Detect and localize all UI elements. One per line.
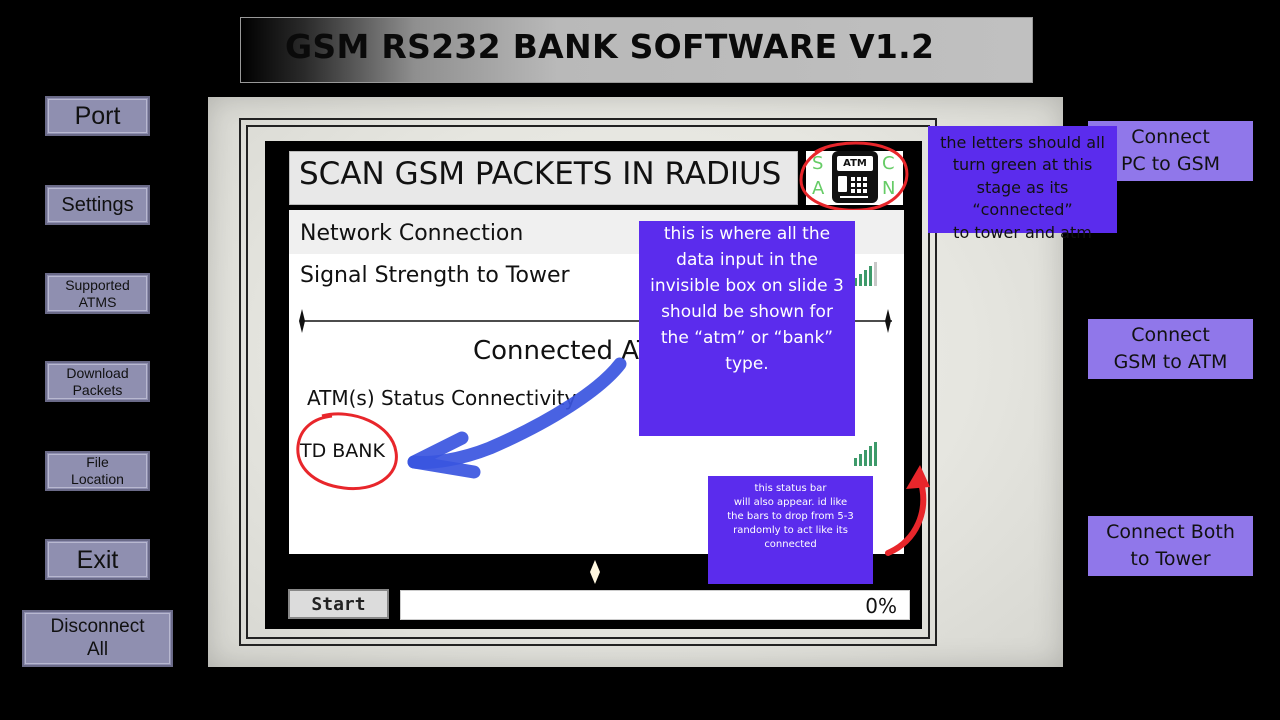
file-location-button[interactable]: File Location: [45, 451, 150, 491]
signal-strength-icon: [854, 262, 877, 286]
disconnect-all-button[interactable]: Disconnect All: [22, 610, 173, 667]
network-connection-label: Network Connection: [300, 221, 524, 246]
blue-arrow: [407, 357, 627, 479]
status-note: this status bar will also appear. id lik…: [708, 476, 873, 584]
signal-strength-label: Signal Strength to Tower: [300, 263, 570, 288]
connect-gsm-to-atm-button[interactable]: Connect GSM to ATM: [1088, 319, 1253, 379]
letters-note: the letters should all turn green at thi…: [928, 126, 1117, 242]
scan-title: SCAN GSM PACKETS IN RADIUS: [299, 156, 782, 192]
progress-percent: 0%: [865, 594, 897, 618]
app-title: GSM RS232 BANK SOFTWARE V1.2: [285, 27, 935, 66]
bank-highlight-circle: [296, 412, 398, 491]
progress-bar: 0%: [400, 590, 910, 620]
red-curved-arrow: [885, 465, 930, 556]
start-button[interactable]: Start: [288, 589, 389, 619]
logo-highlight-circle: [799, 141, 909, 212]
download-packets-button[interactable]: Download Packets: [45, 361, 150, 402]
supported-atms-button[interactable]: Supported ATMS: [45, 273, 150, 314]
exit-button[interactable]: Exit: [45, 539, 150, 580]
bank-signal-icon: [854, 442, 877, 466]
connect-both-to-tower-button[interactable]: Connect Both to Tower: [1088, 516, 1253, 576]
data-note: this is where all the data input in the …: [639, 221, 855, 436]
port-button[interactable]: Port: [45, 96, 150, 136]
settings-button[interactable]: Settings: [45, 185, 150, 225]
